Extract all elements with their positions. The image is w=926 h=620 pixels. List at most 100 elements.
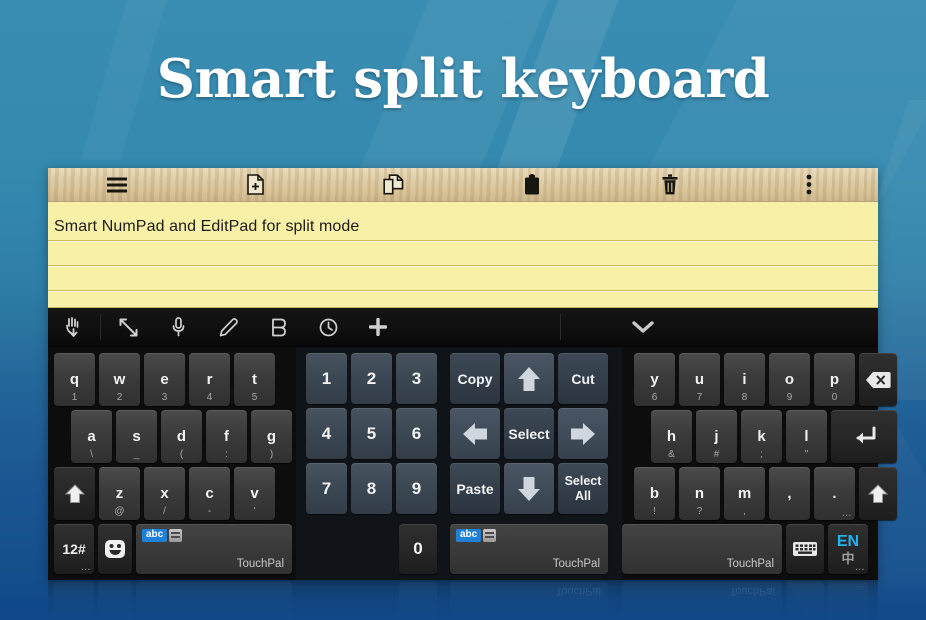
keyboard-icon[interactable] — [786, 524, 824, 574]
left-keyboard-panel: q1 w2 e3 r4 t5 a\ s_ d( f: g) z@ x/ — [48, 347, 296, 580]
new-note-icon[interactable] — [186, 168, 324, 201]
toolbar-divider — [100, 314, 101, 340]
arrow-down-icon — [518, 476, 540, 501]
layout-switch-icon — [483, 529, 497, 542]
gesture-icon[interactable] — [253, 308, 303, 347]
shift-arrow-icon — [64, 483, 85, 503]
space-key-far-right[interactable]: TouchPal — [622, 524, 782, 574]
editpad-panel: Copy Cut Select Paste Select All abc Tou… — [444, 347, 622, 580]
numpad-key-4[interactable]: 4 — [306, 408, 347, 459]
key-z[interactable]: z @ — [99, 467, 140, 520]
key-w[interactable]: w2 — [99, 353, 140, 406]
paste-key[interactable]: Paste — [450, 463, 500, 514]
clipboard-icon[interactable] — [463, 168, 601, 201]
key-x[interactable]: x / — [144, 467, 185, 520]
space-key-left[interactable]: abc TouchPal — [136, 524, 292, 574]
layout-switch-icon — [169, 529, 183, 542]
key-t[interactable]: t5 — [234, 353, 275, 406]
key-p[interactable]: p0 — [814, 353, 855, 406]
space-brand-right: TouchPal — [552, 558, 600, 570]
device-screen: Smart NumPad and EditPad for split mode — [48, 168, 897, 580]
note-rule — [48, 240, 878, 241]
menu-icon[interactable] — [48, 168, 186, 201]
comma-key[interactable]: , — [769, 467, 810, 520]
copy-key[interactable]: Copy — [450, 353, 500, 404]
key-r[interactable]: r4 — [189, 353, 230, 406]
numpad-key-3[interactable]: 3 — [396, 353, 437, 404]
numpad-key-7[interactable]: 7 — [306, 463, 347, 514]
language-dots: ... — [855, 563, 865, 572]
key-v[interactable]: v ' — [234, 467, 275, 520]
arrow-up-key[interactable] — [504, 353, 554, 404]
numpad-key-6[interactable]: 6 — [396, 408, 437, 459]
shift-key-right[interactable] — [859, 467, 897, 520]
key-i[interactable]: i8 — [724, 353, 765, 406]
microphone-icon[interactable] — [153, 308, 203, 347]
key-k[interactable]: k; — [741, 410, 782, 463]
keyboard-toolbar — [48, 308, 878, 347]
clock-icon[interactable] — [303, 308, 353, 347]
note-rule — [48, 265, 878, 266]
key-b[interactable]: b! — [634, 467, 675, 520]
abc-badge-left: abc — [142, 529, 183, 542]
key-a[interactable]: a \ — [71, 410, 112, 463]
numpad-key-8[interactable]: 8 — [351, 463, 392, 514]
cut-key[interactable]: Cut — [558, 353, 608, 404]
select-key[interactable]: Select — [504, 408, 554, 459]
numpad-panel: 1 2 3 4 5 6 7 8 9 0 — [296, 347, 444, 580]
key-g[interactable]: g) — [251, 410, 292, 463]
key-q[interactable]: q1 — [54, 353, 95, 406]
key-m[interactable]: m, — [724, 467, 765, 520]
backspace-key[interactable] — [859, 353, 897, 406]
note-rule — [48, 290, 878, 291]
select-all-key[interactable]: Select All — [558, 463, 608, 514]
pen-icon[interactable] — [203, 308, 253, 347]
chevron-down-icon[interactable] — [563, 308, 723, 347]
key-h[interactable]: h & — [651, 410, 692, 463]
language-secondary: 中 — [841, 550, 855, 566]
key-y[interactable]: y6 — [634, 353, 675, 406]
note-editor[interactable]: Smart NumPad and EditPad for split mode — [48, 202, 878, 308]
resize-icon[interactable] — [103, 308, 153, 347]
numpad-key-0[interactable]: 0 — [399, 524, 437, 574]
arrow-right-key[interactable] — [558, 408, 608, 459]
arrow-left-icon — [463, 422, 487, 445]
copy-pages-icon[interactable] — [325, 168, 463, 201]
space-brand-far-right: TouchPal — [726, 558, 774, 570]
key-l[interactable]: l " — [786, 410, 827, 463]
numpad-key-1[interactable]: 1 — [306, 353, 347, 404]
key-n[interactable]: n? — [679, 467, 720, 520]
key-j[interactable]: j # — [696, 410, 737, 463]
key-u[interactable]: u7 — [679, 353, 720, 406]
plus-icon[interactable] — [353, 308, 403, 347]
key-d[interactable]: d( — [161, 410, 202, 463]
abc-badge-right: abc — [456, 529, 497, 542]
key-o[interactable]: o9 — [769, 353, 810, 406]
arrow-up-icon — [518, 366, 540, 391]
key-c[interactable]: c- — [189, 467, 230, 520]
backspace-icon — [866, 371, 891, 388]
toolbar-divider — [560, 314, 561, 340]
shift-arrow-icon — [867, 483, 889, 503]
trash-icon[interactable] — [601, 168, 739, 201]
overflow-icon[interactable] — [740, 168, 878, 201]
app-toolbar — [48, 168, 878, 202]
enter-key[interactable] — [831, 410, 897, 463]
space-key-right[interactable]: abc TouchPal — [450, 524, 608, 574]
language-key[interactable]: EN 中 ... — [828, 524, 868, 574]
keyboard: q1 w2 e3 r4 t5 a\ s_ d( f: g) z@ x/ — [48, 308, 897, 580]
numpad-key-2[interactable]: 2 — [351, 353, 392, 404]
arrow-down-key[interactable] — [504, 463, 554, 514]
touch-hand-icon[interactable] — [48, 308, 98, 347]
arrow-left-key[interactable] — [450, 408, 500, 459]
key-f[interactable]: f: — [206, 410, 247, 463]
key-e[interactable]: e3 — [144, 353, 185, 406]
enter-icon — [856, 426, 876, 443]
shift-key-left[interactable] — [54, 467, 95, 520]
numpad-key-5[interactable]: 5 — [351, 408, 392, 459]
key-s[interactable]: s _ — [116, 410, 157, 463]
numpad-key-9[interactable]: 9 — [396, 463, 437, 514]
emoji-icon[interactable] — [98, 524, 132, 574]
symbols-key[interactable]: 12# ... — [54, 524, 94, 574]
period-key[interactable]: . ... — [814, 467, 855, 520]
